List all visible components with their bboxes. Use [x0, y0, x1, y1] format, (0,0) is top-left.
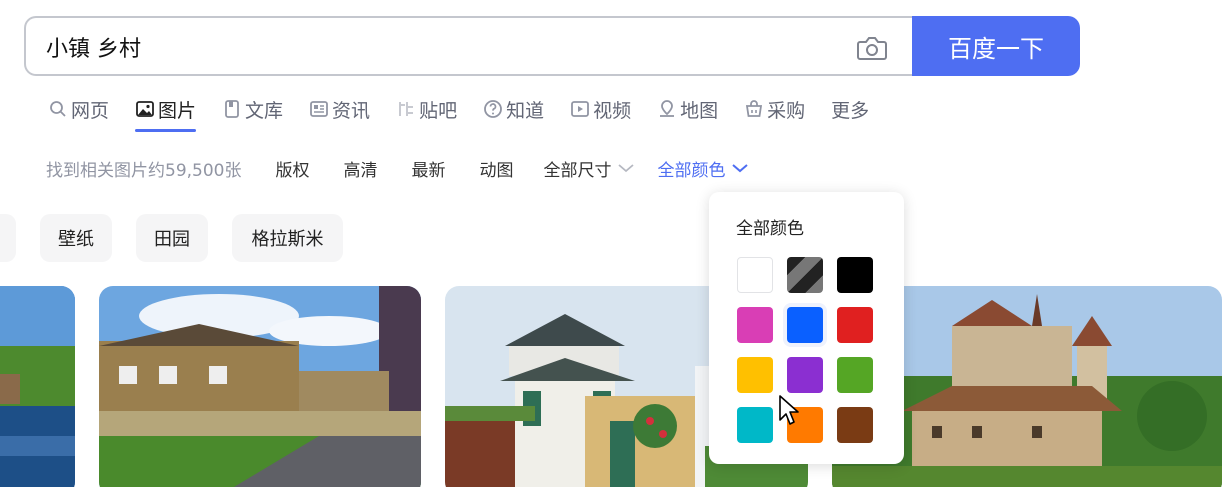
color-swatch-white[interactable] — [737, 257, 773, 293]
tab-wenku[interactable]: 文库 — [222, 94, 283, 124]
tab-news[interactable]: 资讯 — [309, 94, 370, 124]
result-count: 找到相关图片约59,500张 — [46, 160, 242, 181]
image-icon — [135, 99, 155, 119]
chip-partial[interactable] — [0, 214, 16, 262]
chevron-down-icon — [732, 164, 749, 173]
filter-animated[interactable]: 动图 — [479, 156, 513, 181]
tab-zhidao[interactable]: 知道 — [483, 94, 544, 124]
tab-label: 采购 — [767, 99, 806, 122]
mouse-cursor-icon — [779, 395, 799, 425]
color-swatch-blue[interactable] — [787, 307, 823, 343]
tab-label: 视频 — [593, 99, 632, 122]
filter-row: 找到相关图片约59,500张 版权 高清 最新 动图 全部尺寸 全部颜色 — [46, 155, 771, 181]
chip-pastoral[interactable]: 田园 — [136, 214, 208, 262]
size-dropdown[interactable]: 全部尺寸 — [543, 156, 635, 181]
color-swatch-green[interactable] — [837, 357, 873, 393]
basket-icon — [744, 99, 764, 119]
color-panel-title: 全部颜色 — [736, 219, 804, 239]
tab-label: 文库 — [245, 99, 284, 122]
thumbnail-image — [0, 286, 75, 487]
color-dropdown-panel: 全部颜色 — [709, 192, 904, 464]
camera-icon[interactable] — [856, 34, 888, 62]
search-box[interactable] — [24, 16, 914, 76]
filter-copyright[interactable]: 版权 — [275, 156, 309, 181]
search-icon — [48, 99, 68, 119]
thumbnail-image — [99, 286, 421, 487]
filter-hd[interactable]: 高清 — [343, 156, 377, 181]
chevron-down-icon — [618, 164, 635, 173]
tab-video[interactable]: 视频 — [570, 94, 631, 124]
tieba-icon — [396, 99, 416, 119]
map-pin-icon — [657, 99, 677, 119]
color-swatch-red[interactable] — [837, 307, 873, 343]
color-swatch-black[interactable] — [837, 257, 873, 293]
tab-web[interactable]: 网页 — [48, 94, 109, 124]
color-dropdown[interactable]: 全部颜色 — [657, 156, 749, 181]
filter-newest[interactable]: 最新 — [411, 156, 445, 181]
tab-images[interactable]: 图片 — [135, 94, 197, 132]
chip-wallpaper[interactable]: 壁纸 — [40, 214, 112, 262]
tab-more[interactable]: 更多 — [831, 94, 869, 124]
document-icon — [222, 99, 242, 119]
tab-label: 资讯 — [332, 99, 371, 122]
tab-purchase[interactable]: 采购 — [744, 94, 805, 124]
news-icon — [309, 99, 329, 119]
image-card[interactable] — [99, 286, 421, 487]
image-card[interactable] — [0, 286, 75, 487]
color-dropdown-label: 全部颜色 — [657, 160, 726, 181]
tab-label: 贴吧 — [419, 99, 458, 122]
color-swatch-yellow[interactable] — [737, 357, 773, 393]
tab-label: 地图 — [680, 99, 719, 122]
search-input[interactable] — [46, 30, 826, 64]
search-bar: 百度一下 — [24, 16, 1080, 76]
video-icon — [570, 99, 590, 119]
tab-label: 更多 — [831, 99, 870, 122]
chip-grasmere[interactable]: 格拉斯米 — [232, 214, 343, 262]
search-button[interactable]: 百度一下 — [912, 16, 1080, 76]
size-dropdown-label: 全部尺寸 — [543, 160, 612, 181]
tab-label: 网页 — [71, 99, 110, 122]
color-swatch-brown[interactable] — [837, 407, 873, 443]
color-swatch-purple[interactable] — [787, 357, 823, 393]
color-swatch-cyan[interactable] — [737, 407, 773, 443]
tab-label: 图片 — [158, 99, 197, 122]
tab-label: 知道 — [506, 99, 545, 122]
tab-map[interactable]: 地图 — [657, 94, 718, 124]
question-icon — [483, 99, 503, 119]
tab-tieba[interactable]: 贴吧 — [396, 94, 457, 124]
color-swatch-pink[interactable] — [737, 307, 773, 343]
search-tabs: 网页 图片 文库 资讯 贴吧 知道 视频 地图 采购 更多 — [48, 94, 895, 134]
color-swatch-black-white[interactable] — [787, 257, 823, 293]
